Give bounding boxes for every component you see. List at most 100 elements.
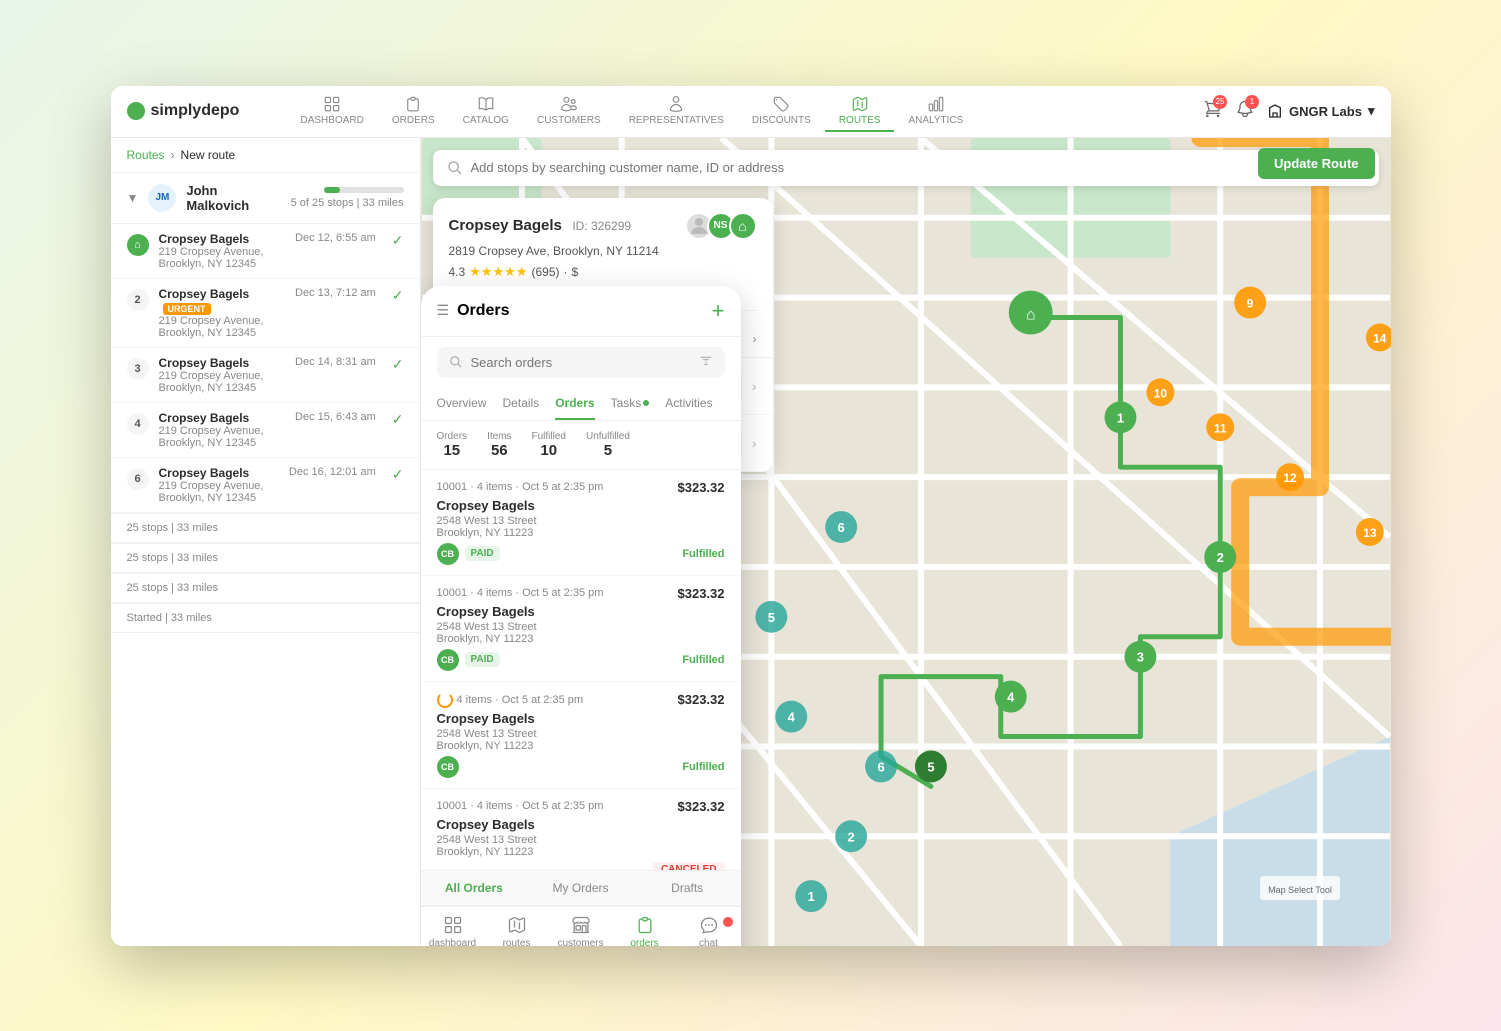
mobile-nav-orders[interactable]: orders	[613, 915, 677, 946]
nav-item-orders[interactable]: ORDERS	[378, 91, 449, 132]
stop-item[interactable]: 3 Cropsey Bagels 219 Cropsey Avenue, Bro…	[111, 348, 420, 403]
mobile-order-item[interactable]: 4 items · Oct 5 at 2:35 pm $323.32 Crops…	[421, 682, 741, 789]
route-stats-1: 25 stops | 33 miles	[111, 513, 420, 543]
popup-address: 2819 Cropsey Ave, Brooklyn, NY 11214	[449, 244, 757, 258]
order-id: 4 items · Oct 5 at 2:35 pm	[437, 692, 584, 708]
nav-item-discounts[interactable]: DISCOUNTS	[738, 91, 825, 132]
map-area: 1 2 3 4 5 6 5 6	[421, 138, 1391, 946]
filter-icon[interactable]	[699, 355, 713, 369]
mobile-tab-orders[interactable]: Orders	[555, 388, 594, 420]
mobile-order-item[interactable]: 10001 · 4 items · Oct 5 at 2:35 pm $323.…	[421, 789, 741, 870]
mobile-tab-activities[interactable]: Activities	[665, 388, 712, 420]
mobile-stats: Orders 15 Items 56 Fulfilled 10 Unfulfil…	[421, 421, 741, 470]
org-button[interactable]: GNGR Labs ▾	[1267, 103, 1375, 119]
nav-item-catalog[interactable]: CATALOG	[449, 91, 523, 132]
mobile-bottom-nav: dashboard routes customers orders	[421, 906, 741, 946]
mobile-order-row1: 10001 · 4 items · Oct 5 at 2:35 pm $323.…	[437, 480, 725, 495]
mobile-bottom-tabs: All Orders My Orders Drafts	[421, 870, 741, 906]
mobile-search-input[interactable]	[471, 355, 691, 370]
mobile-overlay: ☰ Orders + Overview Details Orders	[421, 286, 741, 946]
order-name: Cropsey Bagels	[437, 498, 725, 513]
logo-text: simplydepo	[151, 102, 240, 120]
main-content: Routes › New route ▼ JM John Malkovich 5…	[111, 138, 1391, 946]
mobile-orders-icon	[635, 915, 655, 935]
building-icon	[1267, 103, 1283, 119]
mobile-tab-tasks[interactable]: Tasks	[611, 388, 650, 420]
nav-right: 25 1 GNGR Labs ▾	[1203, 99, 1375, 124]
nav-customers-label: CUSTOMERS	[537, 115, 601, 126]
mobile-add-button[interactable]: +	[712, 298, 725, 324]
order-address: 2548 West 13 Street Brooklyn, NY 11223	[437, 621, 725, 645]
mobile-nav-routes[interactable]: routes	[485, 915, 549, 946]
stop-item[interactable]: 6 Cropsey Bagels 219 Cropsey Avenue, Bro…	[111, 458, 420, 513]
svg-text:6: 6	[877, 759, 884, 774]
canceled-badge: CANCELED	[653, 862, 725, 870]
popup-title-row: Cropsey Bagels ID: 326299 NS ⌂	[449, 212, 757, 240]
people-icon	[560, 95, 578, 113]
update-route-button[interactable]: Update Route	[1258, 148, 1375, 179]
svg-text:3: 3	[1136, 649, 1143, 664]
nav-item-analytics[interactable]: ANALYTICS	[894, 91, 977, 132]
svg-text:11: 11	[1213, 421, 1226, 435]
svg-text:6: 6	[837, 520, 844, 535]
nav-item-customers[interactable]: CUSTOMERS	[523, 91, 615, 132]
breadcrumb-parent[interactable]: Routes	[127, 148, 165, 162]
svg-text:13: 13	[1363, 526, 1377, 540]
top-nav: simplydepo DASHBOARD ORDERS CATALOG CUST…	[111, 86, 1391, 138]
mobile-nav-dashboard[interactable]: dashboard	[421, 915, 485, 946]
mobile-order-item[interactable]: 10001 · 4 items · Oct 5 at 2:35 pm $323.…	[421, 576, 741, 682]
popup-home-pin: ⌂	[729, 212, 757, 240]
svg-text:12: 12	[1283, 471, 1297, 485]
tab-all-orders[interactable]: All Orders	[421, 871, 528, 905]
stop-info: Cropsey Bagels 219 Cropsey Avenue, Brook…	[159, 466, 279, 504]
mobile-tabs: Overview Details Orders Tasks Activities	[421, 388, 741, 421]
tab-my-orders[interactable]: My Orders	[527, 871, 634, 905]
mobile-order-item[interactable]: 10001 · 4 items · Oct 5 at 2:35 pm $323.…	[421, 470, 741, 576]
rep-badge: CB	[437, 649, 459, 671]
mobile-order-row1: 4 items · Oct 5 at 2:35 pm $323.32	[437, 692, 725, 708]
stop-number: 2	[127, 289, 149, 311]
stat-fulfilled: Fulfilled 10	[532, 431, 566, 459]
chat-badge	[723, 917, 733, 927]
order-id: 10001 · 4 items · Oct 5 at 2:35 pm	[437, 481, 604, 493]
check-icon: ✓	[392, 411, 404, 428]
route-stats-3: 25 stops | 33 miles	[111, 573, 420, 603]
mobile-tab-overview[interactable]: Overview	[437, 388, 487, 420]
nav-routes-label: ROUTES	[839, 115, 881, 126]
svg-text:4: 4	[1007, 689, 1015, 704]
bell-button[interactable]: 1	[1235, 99, 1255, 124]
driver-row: ▼ JM John Malkovich 5 of 25 stops | 33 m…	[111, 173, 420, 224]
cart-button[interactable]: 25	[1203, 99, 1223, 124]
mobile-chat-icon	[699, 915, 719, 935]
order-price: $323.32	[678, 799, 725, 814]
stop-item[interactable]: 2 Cropsey Bagels URGENT 219 Cropsey Aven…	[111, 279, 420, 348]
nav-item-dashboard[interactable]: DASHBOARD	[287, 91, 378, 132]
nav-reps-label: REPRESENTATIVES	[629, 115, 724, 126]
mobile-nav-chat[interactable]: chat	[677, 915, 741, 946]
stop-info: Cropsey Bagels URGENT 219 Cropsey Avenue…	[159, 287, 286, 339]
map-search-input[interactable]	[471, 160, 1310, 175]
mobile-nav-customers[interactable]: customers	[549, 915, 613, 946]
stop-address: 219 Cropsey Avenue, Brooklyn, NY 12345	[159, 480, 279, 504]
tab-drafts[interactable]: Drafts	[634, 871, 741, 905]
stars-icon: ★★★★★	[469, 264, 527, 280]
stop-number: 6	[127, 468, 149, 490]
nav-discounts-label: DISCOUNTS	[752, 115, 811, 126]
stop-number: 4	[127, 413, 149, 435]
mobile-dashboard-icon	[443, 915, 463, 935]
stop-item[interactable]: ⌂ Cropsey Bagels 219 Cropsey Avenue, Bro…	[111, 224, 420, 279]
svg-text:4: 4	[787, 709, 795, 724]
svg-text:9: 9	[1246, 296, 1253, 310]
mobile-search-icon	[449, 355, 463, 369]
order-price: $323.32	[678, 480, 725, 495]
breadcrumb-current: New route	[181, 148, 236, 162]
stop-address: 219 Cropsey Avenue, Brooklyn, NY 12345	[159, 315, 286, 339]
stop-info: Cropsey Bagels 219 Cropsey Avenue, Brook…	[159, 356, 286, 394]
order-name: Cropsey Bagels	[437, 604, 725, 619]
mobile-tab-details[interactable]: Details	[503, 388, 540, 420]
nav-item-representatives[interactable]: REPRESENTATIVES	[615, 91, 738, 132]
nav-item-routes[interactable]: ROUTES	[825, 91, 895, 132]
fulfilled-badge: Fulfilled	[682, 548, 724, 560]
stop-item[interactable]: 4 Cropsey Bagels 219 Cropsey Avenue, Bro…	[111, 403, 420, 458]
stop-date: Dec 12, 6:55 am	[295, 232, 376, 244]
